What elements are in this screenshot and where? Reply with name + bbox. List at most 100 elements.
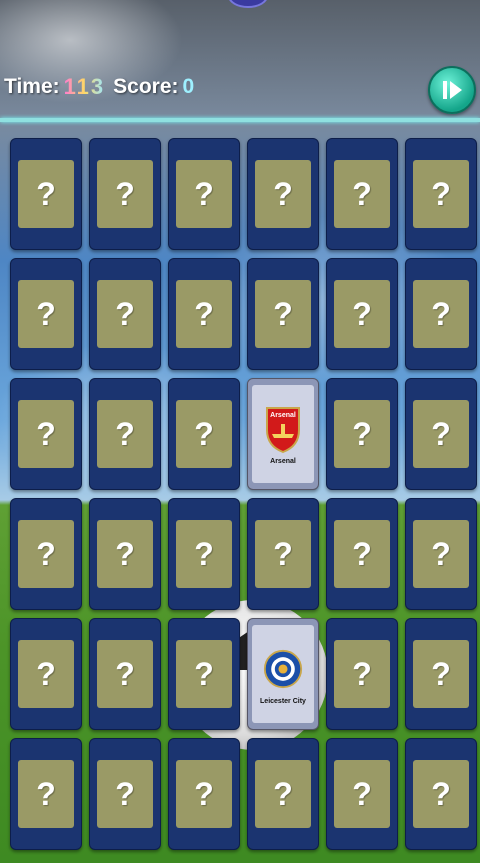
card-back-panel: ? xyxy=(413,280,469,348)
question-mark: ? xyxy=(194,415,214,452)
hidden-card[interactable]: ? xyxy=(405,618,477,730)
hidden-card[interactable]: ? xyxy=(10,738,82,850)
hidden-card[interactable]: ? xyxy=(10,618,82,730)
card-back-panel: ? xyxy=(97,760,153,828)
card-back-panel: ? xyxy=(18,400,74,468)
hidden-card[interactable]: ? xyxy=(405,738,477,850)
card-team-label: Arsenal xyxy=(270,457,296,465)
hidden-card[interactable]: ? xyxy=(405,498,477,610)
question-mark: ? xyxy=(431,775,451,812)
hidden-card[interactable]: ? xyxy=(168,498,240,610)
score-label: Score: xyxy=(113,75,179,98)
question-mark: ? xyxy=(273,775,293,812)
play-button[interactable] xyxy=(428,66,476,114)
hidden-card[interactable]: ? xyxy=(89,738,161,850)
question-mark: ? xyxy=(431,295,451,332)
card-back-panel: ? xyxy=(97,280,153,348)
question-mark: ? xyxy=(352,535,372,572)
hidden-card[interactable]: ? xyxy=(405,138,477,250)
hidden-card[interactable]: ? xyxy=(168,738,240,850)
question-mark: ? xyxy=(115,655,135,692)
question-mark: ? xyxy=(194,655,214,692)
question-mark: ? xyxy=(273,535,293,572)
question-mark: ? xyxy=(431,415,451,452)
card-back-panel: ? xyxy=(334,280,390,348)
hidden-card[interactable]: ? xyxy=(89,378,161,490)
card-back-panel: ? xyxy=(334,400,390,468)
card-back-panel: ? xyxy=(97,520,153,588)
card-back-panel: ? xyxy=(255,160,311,228)
hidden-card[interactable]: ? xyxy=(10,498,82,610)
hidden-card[interactable]: ? xyxy=(10,378,82,490)
question-mark: ? xyxy=(273,175,293,212)
card-team-label: Leicester City xyxy=(260,697,306,705)
card-back-panel: ? xyxy=(18,640,74,708)
question-mark: ? xyxy=(431,175,451,212)
question-mark: ? xyxy=(352,295,372,332)
hidden-card[interactable]: ? xyxy=(326,738,398,850)
hidden-card[interactable]: ? xyxy=(168,618,240,730)
question-mark: ? xyxy=(431,535,451,572)
card-back-panel: ? xyxy=(97,160,153,228)
card-back-panel: ? xyxy=(413,160,469,228)
question-mark: ? xyxy=(194,775,214,812)
card-back-panel: ? xyxy=(334,760,390,828)
card-back-panel: ? xyxy=(18,520,74,588)
question-mark: ? xyxy=(36,655,56,692)
question-mark: ? xyxy=(194,295,214,332)
question-mark: ? xyxy=(273,295,293,332)
card-back-panel: ? xyxy=(97,400,153,468)
header-divider xyxy=(0,118,480,122)
hidden-card[interactable]: ? xyxy=(326,618,398,730)
hidden-card[interactable]: ? xyxy=(326,138,398,250)
time-label: Time: xyxy=(4,75,60,98)
question-mark: ? xyxy=(36,295,56,332)
question-mark: ? xyxy=(352,175,372,212)
hidden-card[interactable]: ? xyxy=(168,138,240,250)
question-mark: ? xyxy=(194,175,214,212)
hidden-card[interactable]: ? xyxy=(326,498,398,610)
card-back-panel: ? xyxy=(176,760,232,828)
question-mark: ? xyxy=(115,175,135,212)
hidden-card[interactable]: ? xyxy=(89,498,161,610)
revealed-card[interactable]: Leicester City xyxy=(247,618,319,730)
hidden-card[interactable]: ? xyxy=(247,138,319,250)
card-face: Arsenal Arsenal xyxy=(252,385,314,483)
hidden-card[interactable]: ? xyxy=(326,378,398,490)
hidden-card[interactable]: ? xyxy=(89,258,161,370)
hidden-card[interactable]: ? xyxy=(10,258,82,370)
card-face: Leicester City xyxy=(252,625,314,723)
hidden-card[interactable]: ? xyxy=(10,138,82,250)
revealed-card[interactable]: Arsenal Arsenal xyxy=(247,378,319,490)
hidden-card[interactable]: ? xyxy=(247,258,319,370)
card-back-panel: ? xyxy=(334,520,390,588)
leicester-crest-icon xyxy=(263,649,303,688)
card-back-panel: ? xyxy=(255,760,311,828)
hidden-card[interactable]: ? xyxy=(405,258,477,370)
hidden-card[interactable]: ? xyxy=(247,498,319,610)
question-mark: ? xyxy=(352,775,372,812)
top-knob-decoration xyxy=(228,0,268,8)
hidden-card[interactable]: ? xyxy=(89,138,161,250)
card-back-panel: ? xyxy=(255,280,311,348)
card-back-panel: ? xyxy=(413,400,469,468)
hidden-card[interactable]: ? xyxy=(89,618,161,730)
arsenal-crest-icon: Arsenal xyxy=(266,406,300,453)
card-back-panel: ? xyxy=(18,760,74,828)
top-bar: Time: 113 Score: 0 xyxy=(0,0,480,120)
hud: Time: 113 Score: 0 xyxy=(4,74,194,100)
question-mark: ? xyxy=(115,535,135,572)
card-back-panel: ? xyxy=(176,400,232,468)
hidden-card[interactable]: ? xyxy=(326,258,398,370)
question-mark: ? xyxy=(36,535,56,572)
hidden-card[interactable]: ? xyxy=(247,738,319,850)
question-mark: ? xyxy=(36,175,56,212)
hidden-card[interactable]: ? xyxy=(168,258,240,370)
card-back-panel: ? xyxy=(413,760,469,828)
hidden-card[interactable]: ? xyxy=(405,378,477,490)
card-back-panel: ? xyxy=(176,280,232,348)
question-mark: ? xyxy=(431,655,451,692)
hidden-card[interactable]: ? xyxy=(168,378,240,490)
question-mark: ? xyxy=(352,415,372,452)
card-back-panel: ? xyxy=(413,520,469,588)
